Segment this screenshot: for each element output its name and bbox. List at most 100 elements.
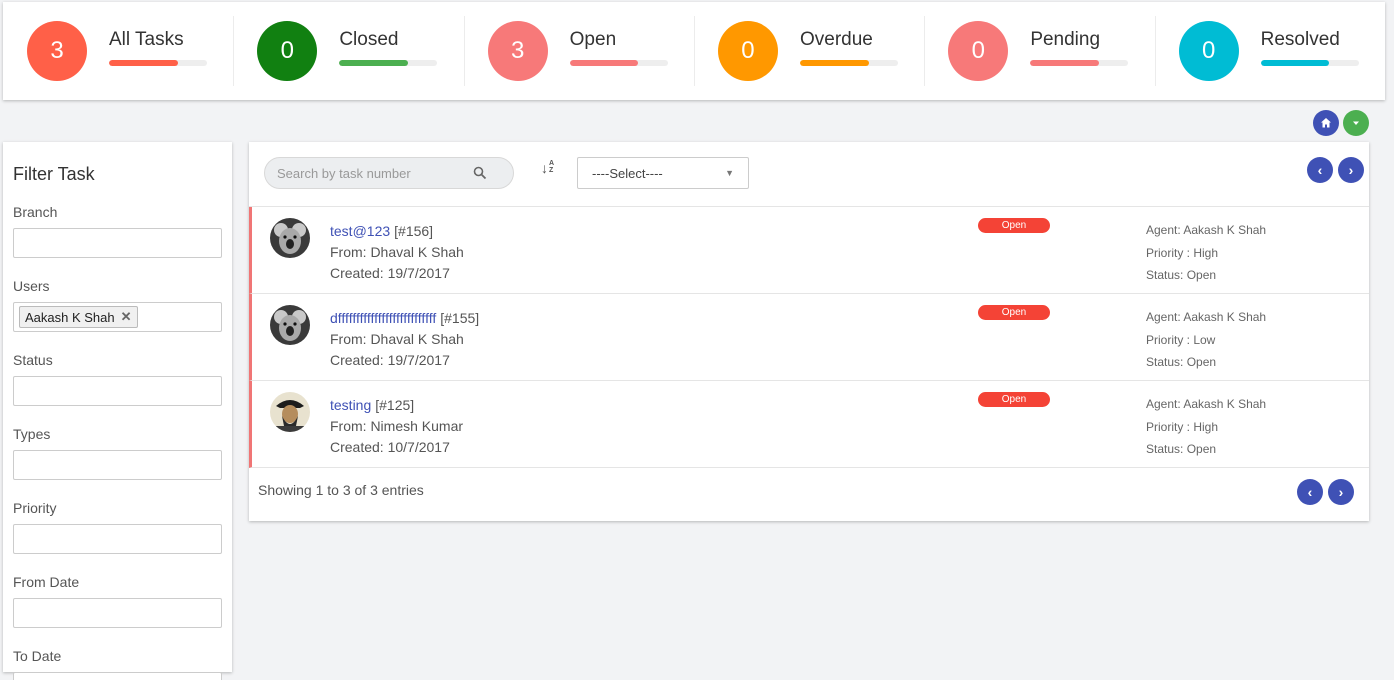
stat-closed[interactable]: 0 Closed: [233, 2, 463, 100]
prev-page-button[interactable]: ‹: [1307, 157, 1333, 183]
avatar: [270, 218, 310, 258]
stat-count: 0: [717, 21, 778, 81]
stat-progress: [799, 59, 898, 66]
task-from: From: Dhaval K Shah: [330, 331, 464, 347]
task-number: [#125]: [375, 397, 415, 413]
branch-label: Branch: [13, 204, 58, 220]
users-field[interactable]: Aakash K Shah ✕: [13, 302, 222, 332]
avatar: [270, 392, 310, 432]
home-button[interactable]: [1313, 110, 1339, 136]
task-row[interactable]: dfffffffffffffffffffffffffff [#155] From:…: [249, 294, 1369, 381]
status-badge: Open: [978, 392, 1050, 407]
user-tag: Aakash K Shah ✕: [19, 306, 138, 328]
task-priority: Priority : High: [1146, 420, 1219, 434]
task-from: From: Dhaval K Shah: [330, 244, 464, 260]
branch-field[interactable]: [13, 228, 222, 258]
task-from: From: Nimesh Kumar: [330, 418, 464, 434]
task-created: Created: 19/7/2017: [330, 265, 450, 281]
stat-pending[interactable]: 0 Pending: [924, 2, 1154, 100]
sort-arrow: ↓: [541, 160, 548, 176]
entries-summary: Showing 1 to 3 of 3 entries: [258, 482, 424, 498]
task-toolbar: ↓A Z ----Select---- ▼ ‹ ›: [249, 142, 1369, 207]
types-label: Types: [13, 426, 51, 442]
task-details: test@123 [#156] From: Dhaval K Shah Creat…: [330, 221, 464, 284]
stats-bar: 3 All Tasks 0 Closed 3 Open 0 Overdue 0 …: [3, 2, 1385, 100]
stat-progress: [569, 59, 668, 66]
list-footer: Showing 1 to 3 of 3 entries ‹ ›: [249, 468, 1369, 520]
stat-resolved[interactable]: 0 Resolved: [1154, 2, 1385, 100]
search-box[interactable]: [264, 157, 514, 189]
caret-down-icon: ▼: [725, 168, 734, 178]
stat-label: Pending: [1030, 28, 1101, 50]
next-page-button[interactable]: ›: [1328, 479, 1354, 505]
stat-label: Overdue: [799, 28, 873, 50]
stat-all-tasks[interactable]: 3 All Tasks: [3, 2, 233, 100]
stat-label: All Tasks: [109, 28, 184, 50]
options-dropdown-button[interactable]: [1343, 110, 1369, 136]
stat-label: Open: [569, 28, 617, 50]
task-title-link[interactable]: testing: [330, 397, 371, 413]
search-input[interactable]: [277, 165, 473, 181]
search-icon[interactable]: [473, 166, 487, 180]
task-list-panel: ↓A Z ----Select---- ▼ ‹ › test@123[#156]…: [249, 142, 1369, 521]
task-meta: Agent: Aakash K Shah Priority : High Sta…: [1146, 393, 1266, 460]
status-badge: Open: [978, 218, 1050, 233]
sort-select-value: ----Select----: [592, 165, 663, 181]
sort-az-icon[interactable]: ↓A Z: [541, 160, 555, 176]
task-title-link[interactable]: dfffffffffffffffffffffffffff: [330, 310, 436, 326]
task-row[interactable]: test@123 [#156] From: Dhaval K Shah Creat…: [249, 207, 1369, 294]
stat-progress: [339, 59, 438, 66]
status-badge: Open: [978, 305, 1050, 320]
users-label: Users: [13, 278, 50, 294]
task-row[interactable]: testing [#125] From: Nimesh Kumar Created…: [249, 381, 1369, 468]
task-meta: Agent: Aakash K Shah Priority : Low Stat…: [1146, 306, 1266, 373]
chevron-right-icon: ›: [1338, 484, 1344, 500]
next-page-button[interactable]: ›: [1338, 157, 1364, 183]
task-number: [#156]: [394, 223, 434, 239]
filter-title: Filter Task: [13, 164, 95, 184]
chevron-down-icon: [1353, 121, 1359, 125]
task-status: Status: Open: [1146, 442, 1217, 456]
from-date-field[interactable]: [13, 598, 222, 628]
chevron-left-icon: ‹: [1317, 162, 1323, 178]
types-field[interactable]: [13, 450, 222, 480]
task-agent: Agent: Aakash K Shah: [1146, 397, 1267, 411]
task-number: [#155]: [440, 310, 480, 326]
remove-tag-icon[interactable]: ✕: [121, 309, 132, 325]
prev-page-button[interactable]: ‹: [1297, 479, 1323, 505]
stat-label: Closed: [339, 28, 399, 50]
task-agent: Agent: Aakash K Shah: [1146, 310, 1267, 324]
task-title-link[interactable]: test@123: [330, 223, 390, 239]
priority-field[interactable]: [13, 524, 222, 554]
chevron-right-icon: ›: [1348, 162, 1354, 178]
task-created: Created: 19/7/2017: [330, 352, 450, 368]
priority-label: Priority: [13, 500, 57, 516]
stat-progress: [1030, 59, 1129, 66]
stat-overdue[interactable]: 0 Overdue: [693, 2, 924, 100]
task-status: Status: Open: [1146, 355, 1217, 369]
task-meta: Agent: Aakash K Shah Priority : High Sta…: [1146, 219, 1266, 286]
task-status: Status: Open: [1146, 268, 1217, 282]
task-agent: Agent: Aakash K Shah: [1146, 223, 1267, 237]
stat-count: 0: [1178, 21, 1239, 81]
avatar: [270, 305, 310, 345]
stat-progress: [109, 59, 207, 66]
stat-progress: [1260, 59, 1359, 66]
user-tag-label: Aakash K Shah: [25, 309, 115, 325]
status-label: Status: [13, 352, 53, 368]
stat-count: 0: [948, 21, 1009, 81]
task-details: testing [#125] From: Nimesh Kumar Created…: [330, 395, 463, 458]
to-date-field[interactable]: [13, 672, 222, 680]
task-priority: Priority : High: [1146, 246, 1219, 260]
task-priority: Priority : Low: [1146, 333, 1216, 347]
status-field[interactable]: [13, 376, 222, 406]
stat-open[interactable]: 3 Open: [463, 2, 694, 100]
task-details: dfffffffffffffffffffffffffff [#155] From:…: [330, 308, 479, 371]
sort-select[interactable]: ----Select---- ▼: [577, 157, 749, 189]
stat-count: 3: [487, 21, 548, 81]
to-date-label: To Date: [13, 648, 62, 664]
chevron-left-icon: ‹: [1307, 484, 1313, 500]
filter-panel: Filter Task Branch Users Aakash K Shah ✕…: [3, 142, 232, 680]
home-icon: [1321, 118, 1331, 128]
sort-az-label: A Z: [549, 160, 554, 174]
